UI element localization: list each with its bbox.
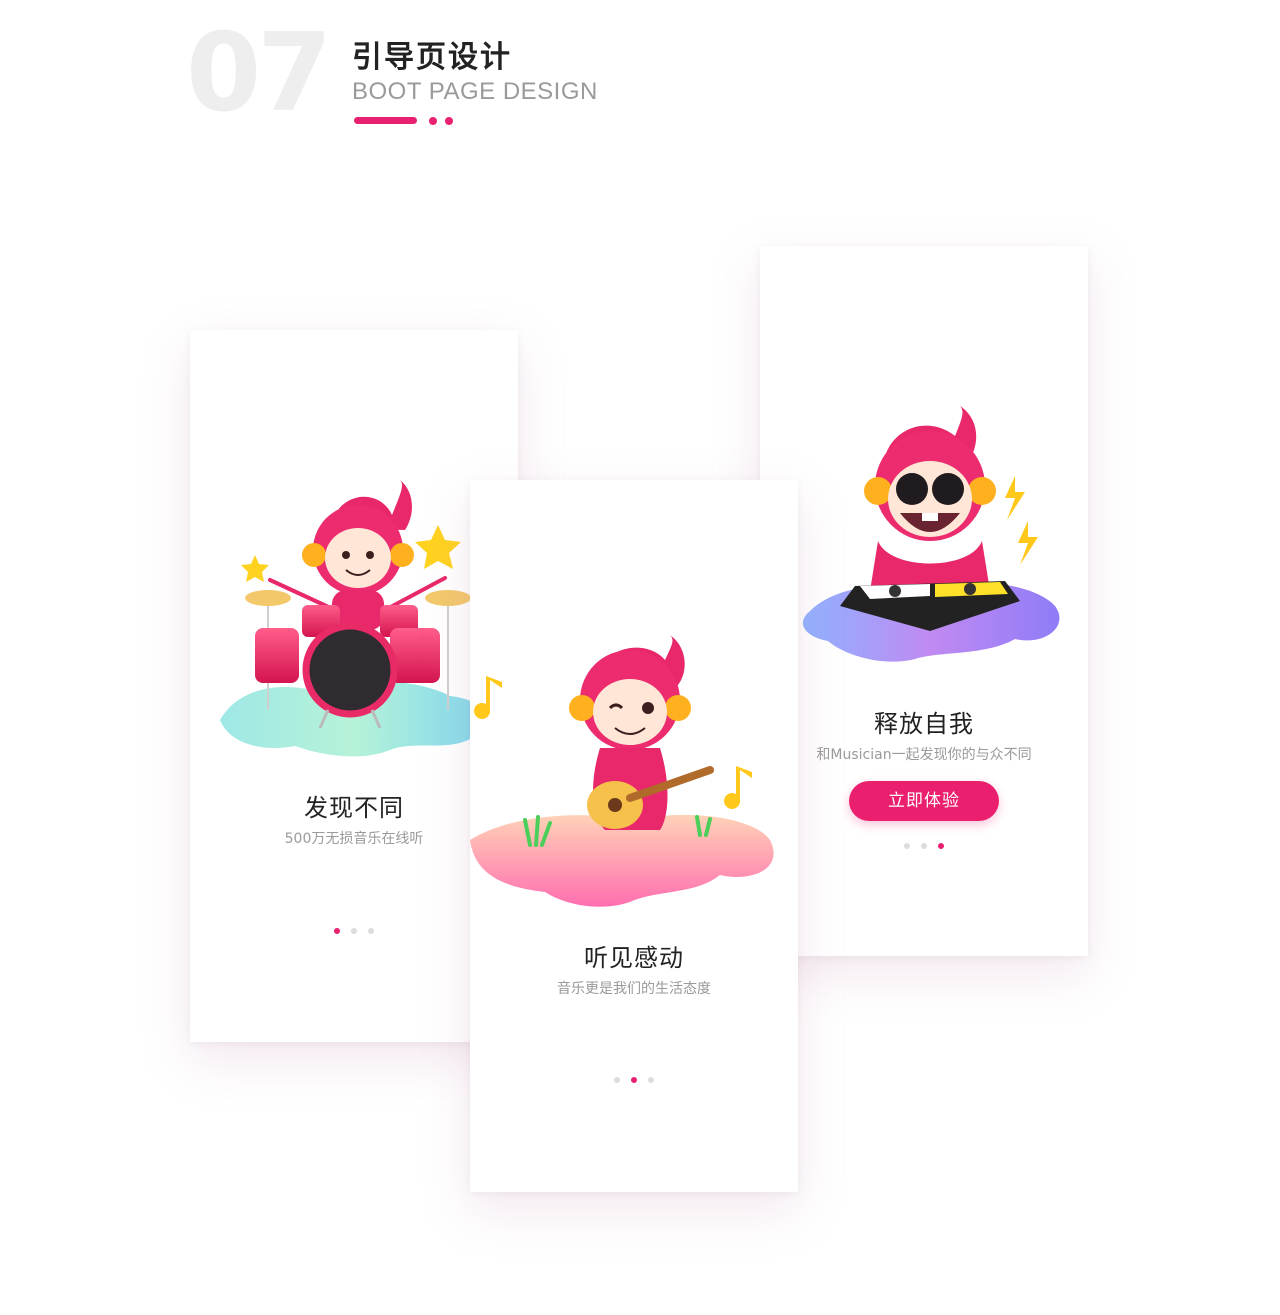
page-indicator-dot: [921, 843, 927, 849]
page-indicator-dot: [351, 928, 357, 934]
page-indicator-dot-active: [938, 843, 944, 849]
guide-screen-3[interactable]: 释放自我 和Musician一起发现你的与众不同 立即体验: [760, 246, 1088, 956]
drummer-mascot-illustration: [220, 480, 488, 757]
page-indicator: [190, 928, 518, 934]
page-indicator-dot-active: [334, 928, 340, 934]
guitar-mascot-illustration: [470, 635, 774, 907]
section-number: 07: [186, 11, 332, 136]
page-indicator-dot: [614, 1077, 620, 1083]
page-indicator: [470, 1077, 798, 1083]
page-indicator-dot: [368, 928, 374, 934]
accent-dot: [429, 117, 437, 125]
start-experience-button[interactable]: 立即体验: [849, 781, 999, 821]
guide-screen-1[interactable]: 发现不同 500万无损音乐在线听: [190, 330, 518, 1042]
screen-subtitle: 和Musician一起发现你的与众不同: [816, 747, 1032, 763]
screen-title: 释放自我: [874, 710, 974, 738]
accent-bar: [354, 117, 417, 124]
page-indicator: [760, 843, 1088, 849]
screen-subtitle: 500万无损音乐在线听: [284, 831, 424, 847]
dj-mascot-illustration: [802, 406, 1060, 662]
screen-title: 发现不同: [304, 794, 404, 822]
accent-dot: [445, 117, 453, 125]
guide-screen-2[interactable]: 听见感动 音乐更是我们的生活态度: [470, 480, 798, 1192]
page-indicator-dot-active: [631, 1077, 637, 1083]
section-subtitle: BOOT PAGE DESIGN: [352, 78, 598, 105]
page-indicator-dot: [648, 1077, 654, 1083]
screen-subtitle: 音乐更是我们的生活态度: [557, 981, 711, 997]
section-title: 引导页设计: [352, 40, 512, 75]
page-indicator-dot: [904, 843, 910, 849]
screen-title: 听见感动: [584, 944, 684, 972]
